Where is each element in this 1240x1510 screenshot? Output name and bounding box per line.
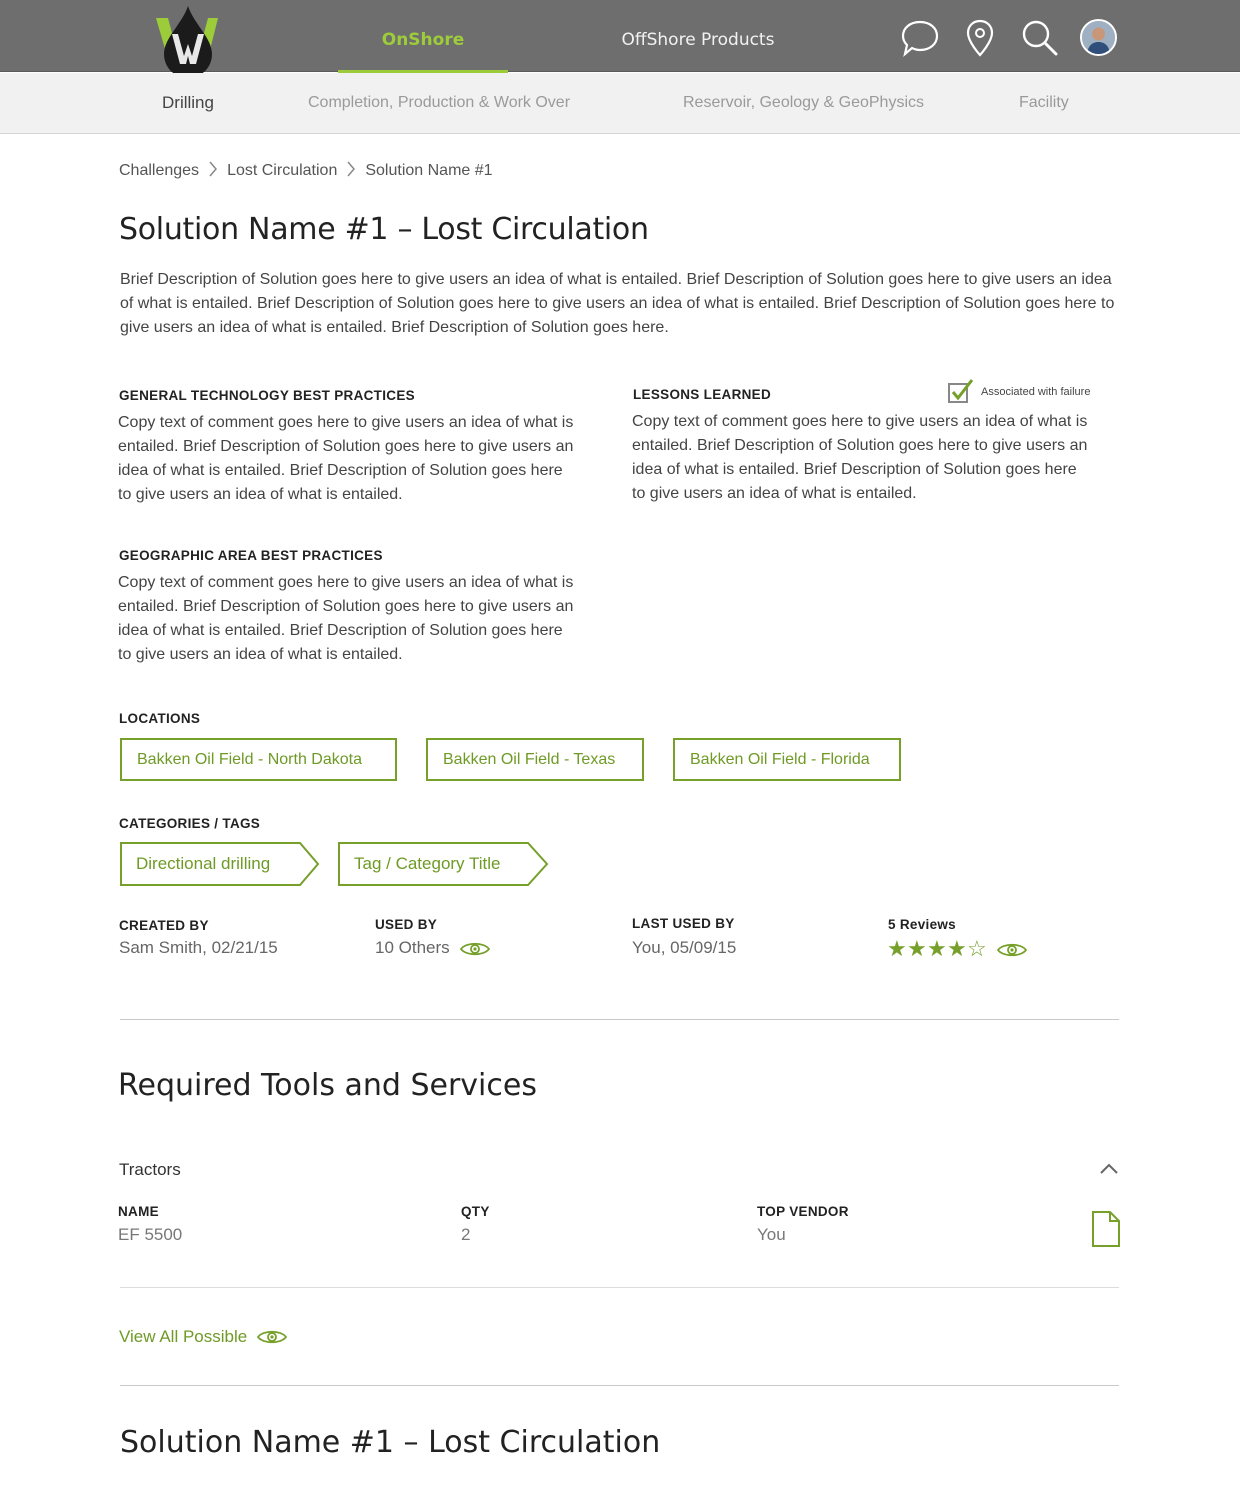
categories-tags-heading: CATEGORIES / TAGS bbox=[119, 816, 261, 831]
chevron-up-icon[interactable] bbox=[1098, 1160, 1120, 1176]
user-avatar[interactable] bbox=[1080, 19, 1117, 56]
location-chip-texas[interactable]: Bakken Oil Field - Texas bbox=[426, 738, 644, 781]
used-by-label: USED BY bbox=[375, 917, 438, 932]
solution-description: Brief Description of Solution goes here … bbox=[120, 271, 1115, 336]
breadcrumb: Challenges Lost Circulation Solution Nam… bbox=[119, 158, 493, 184]
eye-icon[interactable] bbox=[997, 941, 1027, 959]
reviews-count[interactable]: 5 Reviews bbox=[888, 917, 956, 932]
section-divider bbox=[120, 1385, 1119, 1386]
tag-directional-drilling[interactable]: Directional drilling bbox=[120, 842, 320, 886]
star-filled-icon[interactable]: ★ bbox=[907, 938, 927, 960]
chat-icon[interactable] bbox=[900, 18, 940, 58]
checkbox-checked-icon bbox=[948, 379, 974, 403]
tools-group-title: Tractors bbox=[119, 1160, 181, 1179]
subnav-item-facility[interactable]: Facility bbox=[1019, 73, 1069, 133]
breadcrumb-current: Solution Name #1 bbox=[365, 162, 493, 179]
star-filled-icon[interactable]: ★ bbox=[947, 938, 967, 960]
used-by-value: 10 Others bbox=[375, 938, 450, 957]
tool-vendor-value: You bbox=[757, 1225, 786, 1244]
associated-with-failure-checkbox[interactable]: Associated with failure bbox=[947, 378, 1090, 406]
geographic-practices-heading: GEOGRAPHIC AREA BEST PRACTICES bbox=[119, 548, 383, 563]
breadcrumb-challenges[interactable]: Challenges bbox=[119, 162, 199, 180]
category-subnav: Drilling Completion, Production & Work O… bbox=[0, 73, 1240, 134]
next-solution-title: Solution Name #1 – Lost Circulation bbox=[120, 1425, 661, 1460]
search-icon[interactable] bbox=[1020, 18, 1060, 58]
tag-label: Tag / Category Title bbox=[354, 854, 501, 873]
lessons-learned-text: Copy text of comment goes here to give u… bbox=[632, 413, 1088, 502]
tool-name-value: EF 5500 bbox=[118, 1225, 183, 1244]
tag-category-title[interactable]: Tag / Category Title bbox=[338, 842, 550, 886]
view-all-label: View All Possible bbox=[119, 1327, 248, 1346]
location-pin-icon[interactable] bbox=[962, 18, 1002, 58]
column-header-name: NAME bbox=[118, 1204, 159, 1219]
geographic-practices-text: Copy text of comment goes here to give u… bbox=[118, 574, 574, 663]
eye-icon bbox=[257, 1330, 288, 1344]
row-divider bbox=[120, 1287, 1119, 1288]
location-chip-florida[interactable]: Bakken Oil Field - Florida bbox=[673, 738, 901, 781]
subnav-item-reservoir[interactable]: Reservoir, Geology & GeoPhysics bbox=[683, 73, 924, 133]
page-title: Solution Name #1 – Lost Circulation bbox=[119, 212, 649, 247]
document-icon[interactable] bbox=[1091, 1210, 1121, 1248]
star-empty-icon[interactable]: ☆ bbox=[967, 938, 987, 960]
top-navigation-bar: OnShore Products OffShore Products bbox=[0, 0, 1240, 130]
column-header-qty: QTY bbox=[461, 1204, 490, 1219]
star-filled-icon[interactable]: ★ bbox=[887, 938, 907, 960]
star-rating[interactable]: ★ ★ ★ ★ ☆ bbox=[887, 938, 987, 960]
general-practices-heading: GENERAL TECHNOLOGY BEST PRACTICES bbox=[119, 388, 415, 403]
column-header-top-vendor: TOP VENDOR bbox=[757, 1204, 849, 1219]
created-by-value: Sam Smith, 02/21/15 bbox=[119, 938, 278, 957]
lessons-learned-heading: LESSONS LEARNED bbox=[633, 387, 772, 402]
company-logo[interactable] bbox=[152, 4, 224, 80]
chevron-right-icon bbox=[337, 160, 365, 183]
subnav-item-drilling[interactable]: Drilling bbox=[162, 73, 214, 133]
star-filled-icon[interactable]: ★ bbox=[927, 938, 947, 960]
view-all-possible-link[interactable]: View All Possible bbox=[119, 1325, 288, 1349]
tool-qty-value: 2 bbox=[461, 1225, 471, 1244]
subnav-item-completion[interactable]: Completion, Production & Work Over bbox=[308, 73, 570, 133]
tag-label: Directional drilling bbox=[136, 854, 271, 873]
associated-with-failure-label: Associated with failure bbox=[981, 386, 1091, 398]
locations-heading: LOCATIONS bbox=[119, 711, 201, 726]
created-by-label: CREATED BY bbox=[119, 918, 209, 933]
last-used-value: You, 05/09/15 bbox=[632, 938, 737, 957]
location-chip-north-dakota[interactable]: Bakken Oil Field - North Dakota bbox=[120, 738, 397, 781]
section-divider bbox=[120, 1019, 1119, 1020]
last-used-label: LAST USED BY bbox=[632, 916, 735, 931]
breadcrumb-lost-circulation[interactable]: Lost Circulation bbox=[227, 162, 337, 180]
chevron-right-icon bbox=[199, 160, 227, 183]
tab-offshore-products[interactable]: OffShore Products bbox=[610, 0, 786, 72]
tab-onshore-products[interactable]: OnShore Products bbox=[338, 0, 508, 130]
eye-icon[interactable] bbox=[460, 940, 490, 958]
general-practices-text: Copy text of comment goes here to give u… bbox=[118, 414, 574, 503]
required-tools-heading: Required Tools and Services bbox=[118, 1068, 537, 1103]
